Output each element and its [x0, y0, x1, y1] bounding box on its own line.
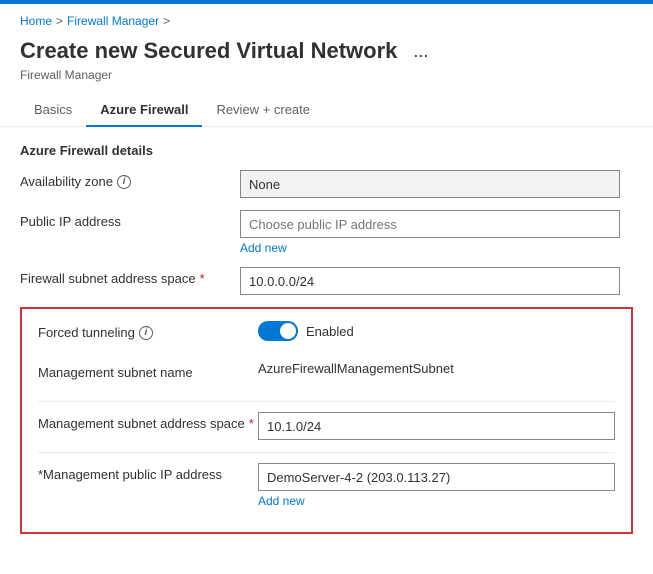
management-subnet-address-label: Management subnet address space *: [38, 412, 258, 431]
breadcrumb-sep2: >: [163, 14, 170, 28]
management-public-ip-value: Add new: [258, 463, 615, 508]
tab-azure-firewall[interactable]: Azure Firewall: [86, 94, 202, 127]
availability-zone-row: Availability zone i: [20, 170, 633, 198]
forced-tunneling-label: Forced tunneling i: [38, 321, 258, 340]
firewall-subnet-row: Firewall subnet address space *: [20, 267, 633, 295]
tab-bar: Basics Azure Firewall Review + create: [0, 94, 653, 127]
availability-zone-value: [240, 170, 633, 198]
management-subnet-address-row: Management subnet address space *: [38, 412, 615, 440]
forced-tunneling-box: Forced tunneling i Enabled Management su…: [20, 307, 633, 534]
public-ip-add-new-link[interactable]: Add new: [240, 241, 633, 255]
availability-zone-info-icon[interactable]: i: [117, 175, 131, 189]
toggle-container: Enabled: [258, 321, 615, 341]
firewall-subnet-required-star: *: [200, 271, 205, 286]
forced-tunneling-info-icon[interactable]: i: [139, 326, 153, 340]
breadcrumb-sep1: >: [56, 14, 63, 28]
availability-zone-input[interactable]: [240, 170, 620, 198]
management-public-ip-label: *Management public IP address: [38, 463, 258, 482]
forced-tunneling-row: Forced tunneling i Enabled: [38, 321, 615, 349]
breadcrumb: Home > Firewall Manager >: [0, 4, 653, 34]
public-ip-value: Add new: [240, 210, 633, 255]
section-title: Azure Firewall details: [20, 143, 633, 158]
management-subnet-name-label: Management subnet name: [38, 361, 258, 380]
toggle-label: Enabled: [306, 324, 354, 339]
breadcrumb-home[interactable]: Home: [20, 14, 52, 28]
firewall-subnet-input[interactable]: [240, 267, 620, 295]
ellipsis-button[interactable]: ...: [407, 39, 434, 64]
firewall-subnet-value: [240, 267, 633, 295]
divider: [38, 401, 615, 402]
management-subnet-address-value: [258, 412, 615, 440]
availability-zone-label: Availability zone i: [20, 170, 240, 189]
toggle-thumb: [280, 323, 296, 339]
page-title: Create new Secured Virtual Network: [20, 38, 397, 64]
public-ip-input[interactable]: [240, 210, 620, 238]
tab-review-create[interactable]: Review + create: [202, 94, 324, 127]
management-public-ip-input[interactable]: [258, 463, 615, 491]
management-subnet-address-input[interactable]: [258, 412, 615, 440]
page-header: Create new Secured Virtual Network ...: [0, 34, 653, 68]
management-public-ip-add-new-link[interactable]: Add new: [258, 494, 615, 508]
management-subnet-name-value: AzureFirewallManagementSubnet: [258, 361, 615, 376]
management-subnet-name-text: AzureFirewallManagementSubnet: [258, 357, 454, 376]
azure-firewall-section: Azure Firewall details Availability zone…: [0, 143, 653, 295]
firewall-subnet-label: Firewall subnet address space *: [20, 267, 240, 286]
breadcrumb-firewall-manager[interactable]: Firewall Manager: [67, 14, 159, 28]
management-public-ip-row: *Management public IP address Add new: [38, 463, 615, 508]
management-subnet-address-required-star: *: [249, 416, 254, 431]
tab-basics[interactable]: Basics: [20, 94, 86, 127]
divider2: [38, 452, 615, 453]
page-subtitle: Firewall Manager: [0, 68, 653, 94]
management-subnet-name-row: Management subnet name AzureFirewallMana…: [38, 361, 615, 389]
public-ip-label: Public IP address: [20, 210, 240, 229]
forced-tunneling-toggle[interactable]: [258, 321, 298, 341]
public-ip-row: Public IP address Add new: [20, 210, 633, 255]
forced-tunneling-value: Enabled: [258, 321, 615, 341]
